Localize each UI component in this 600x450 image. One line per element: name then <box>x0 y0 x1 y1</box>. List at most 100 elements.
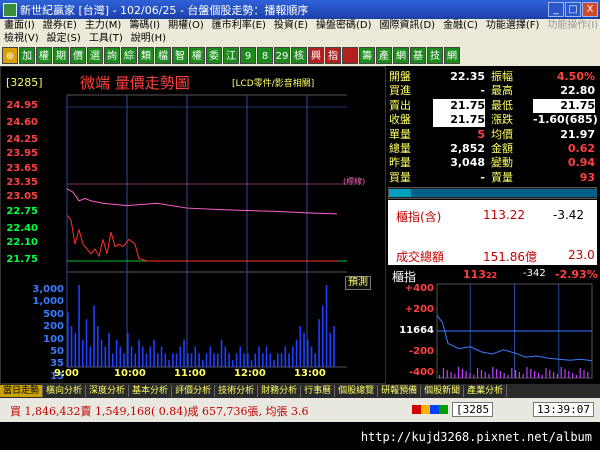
toolbar-button[interactable]: 9 <box>240 47 256 64</box>
volume-bar <box>239 346 242 367</box>
toolbar-button[interactable]: 網 <box>393 47 409 64</box>
mini-axis-label: 11664 <box>399 325 434 336</box>
otc-index-value: 113.22 <box>483 208 525 222</box>
analysis-tab[interactable]: 評價分析 <box>172 385 216 397</box>
toolbar-button[interactable]: 基 <box>410 47 426 64</box>
status-stock-code-input[interactable]: [3285 <box>452 402 494 417</box>
mini-volume-bar <box>492 367 494 378</box>
mini-volume-bar <box>503 373 505 378</box>
menu-item[interactable]: 主力(M) <box>81 19 125 32</box>
analysis-tab[interactable]: 技術分析 <box>215 385 259 397</box>
volume-bar <box>277 353 279 367</box>
quote-value: 93 <box>579 170 595 184</box>
volume-bar <box>198 353 200 367</box>
toolbar-button[interactable]: 技 <box>427 47 443 64</box>
mini-volume-bar <box>572 373 574 378</box>
analysis-tab[interactable]: 財務分析 <box>258 385 302 397</box>
analysis-tab[interactable]: 產業分析 <box>464 385 508 397</box>
menu-item-function-ops[interactable]: 功能操作(I) <box>543 19 600 32</box>
toolbar: ⊕ 加權期價選詢綜類檔智權委江 9 8 29 核興指籌產網基技網 <box>0 45 600 66</box>
toolbar-button[interactable]: 選 <box>87 47 103 64</box>
menu-item[interactable]: 匯市利率(E) <box>208 19 270 32</box>
toolbar-button[interactable]: 權 <box>36 47 52 64</box>
toolbar-button[interactable]: 類 <box>138 47 154 64</box>
status-color-indicator <box>412 405 448 414</box>
quote-value: 21.75 <box>433 113 485 128</box>
analysis-tab[interactable]: 研報預備 <box>378 385 422 397</box>
toolbar-button[interactable]: 加 <box>19 47 35 64</box>
menu-item[interactable]: 國際資訊(D) <box>376 19 440 32</box>
volume-bar <box>273 360 275 367</box>
menu-item[interactable]: 設定(S) <box>43 32 85 45</box>
volume-bar <box>70 326 73 367</box>
analysis-tab[interactable]: 當日走勢 <box>0 385 44 397</box>
analysis-tab[interactable]: 個股新聞 <box>421 385 465 397</box>
volume-bar <box>89 346 92 367</box>
toolbar-button[interactable]: 詢 <box>104 47 120 64</box>
mini-volume-bar <box>515 370 517 378</box>
analysis-tab[interactable]: 個股總覽 <box>335 385 379 397</box>
toolbar-button[interactable]: 權 <box>189 47 205 64</box>
menu-item[interactable]: 檢視(V) <box>0 32 43 45</box>
close-button[interactable]: X <box>582 2 598 17</box>
toolbar-button[interactable]: 期 <box>53 47 69 64</box>
menu-item[interactable]: 投資(E) <box>270 19 312 32</box>
quote-value: 21.97 <box>560 127 595 141</box>
toolbar-button[interactable]: 網 <box>444 47 460 64</box>
quote-row: 開盤 22.35 振幅 4.50% <box>387 70 600 84</box>
toolbar-button[interactable]: 智 <box>172 47 188 64</box>
mini-volume-bar <box>579 368 581 378</box>
menu-item[interactable]: 籌碼(I) <box>125 19 164 32</box>
quote-label: 單量 <box>389 127 411 141</box>
toolbar-button[interactable]: ⊕ <box>2 47 18 64</box>
toolbar-button[interactable]: 指 <box>325 47 341 64</box>
toolbar-button[interactable]: 綜 <box>121 47 137 64</box>
mini-volume-bar <box>439 375 441 378</box>
toolbar-button[interactable]: 核 <box>291 47 307 64</box>
turnover-change: 23.0 <box>568 248 595 262</box>
analysis-tab[interactable]: 橫向分析 <box>43 385 87 397</box>
mini-axis-label: +400 <box>404 283 434 295</box>
quote-label: 開盤 <box>389 70 411 83</box>
quote-row: 賣出 21.75 最低 21.75 <box>387 98 600 113</box>
toolbar-button[interactable] <box>342 47 358 64</box>
toolbar-button[interactable]: 29 <box>274 47 290 64</box>
toolbar-button[interactable]: 產 <box>376 47 392 64</box>
predict-button[interactable]: 預測 <box>345 276 371 290</box>
toolbar-button[interactable]: 委 <box>206 47 222 64</box>
menu-item[interactable]: 工具(T) <box>85 32 127 45</box>
mini-volume-bar <box>488 374 490 378</box>
quote-label: 漲跌 <box>491 113 513 127</box>
mini-volume-bar <box>450 372 452 378</box>
volume-bar <box>127 332 129 367</box>
menu-item[interactable]: 操盤密碼(D) <box>312 19 376 32</box>
menu-item[interactable]: 說明(H) <box>127 32 170 45</box>
status-color-swatch <box>430 405 439 414</box>
menu-item[interactable]: 證券(E) <box>39 19 81 32</box>
menu-item[interactable]: 金融(C) <box>439 19 482 32</box>
mini-volume-bar <box>583 370 585 378</box>
toolbar-button[interactable]: 8 <box>257 47 273 64</box>
menu-item[interactable]: 功能選擇(F) <box>482 19 544 32</box>
quote-label: 最高 <box>491 84 513 98</box>
volume-bar <box>295 339 298 367</box>
analysis-tab[interactable]: 深度分析 <box>86 385 130 397</box>
menu-item[interactable]: 畫面(I) <box>0 19 39 32</box>
quote-value: 2,852 <box>450 142 485 155</box>
quote-label: 賣出 <box>389 98 411 112</box>
analysis-tab[interactable]: 基本分析 <box>129 385 173 397</box>
volume-bar <box>243 353 245 367</box>
toolbar-button[interactable]: 興 <box>308 47 324 64</box>
analysis-tab[interactable]: 行事曆 <box>301 385 336 397</box>
time-axis-label: 11:00 <box>174 368 206 379</box>
toolbar-button[interactable]: 檔 <box>155 47 171 64</box>
menu-item[interactable]: 期權(O) <box>164 19 208 32</box>
toolbar-button[interactable]: 籌 <box>359 47 375 64</box>
volume-bar <box>85 319 88 367</box>
minimize-button[interactable]: _ <box>548 2 564 17</box>
volume-bar <box>329 332 332 367</box>
mini-volume-bar <box>545 368 547 378</box>
toolbar-button[interactable]: 價 <box>70 47 86 64</box>
maximize-button[interactable]: □ <box>565 2 581 17</box>
toolbar-button[interactable]: 江 <box>223 47 239 64</box>
